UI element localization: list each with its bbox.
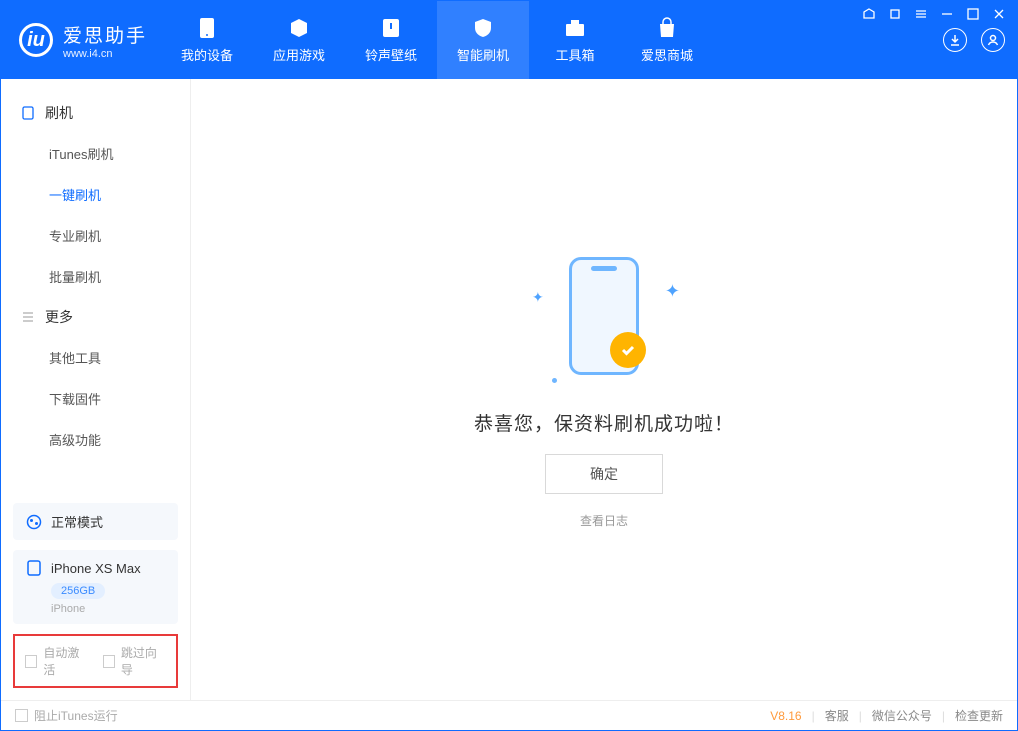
section-title: 更多 <box>45 307 73 327</box>
checkbox-block-itunes[interactable]: 阻止iTunes运行 <box>15 707 118 724</box>
nav-label: 爱思商城 <box>641 45 693 64</box>
skin-icon[interactable] <box>887 7 903 21</box>
nav-label: 铃声壁纸 <box>365 45 417 64</box>
list-icon <box>21 310 35 324</box>
close-button[interactable] <box>991 7 1007 21</box>
app-body: 刷机 iTunes刷机 一键刷机 专业刷机 批量刷机 更多 其他工具 下载固件 … <box>1 79 1017 700</box>
nav-apps[interactable]: 应用游戏 <box>253 1 345 79</box>
checkbox-icon <box>25 655 37 668</box>
checkbox-icon <box>15 709 28 722</box>
app-name: 爱思助手 <box>63 21 147 48</box>
sidebar: 刷机 iTunes刷机 一键刷机 专业刷机 批量刷机 更多 其他工具 下载固件 … <box>1 79 191 700</box>
nav-store[interactable]: 爱思商城 <box>621 1 713 79</box>
briefcase-icon <box>563 17 587 39</box>
device-storage-badge: 256GB <box>51 583 105 599</box>
app-header: iu 爱思助手 www.i4.cn 我的设备 应用游戏 铃声壁纸 智能刷机 工具… <box>1 1 1017 79</box>
nav-label: 应用游戏 <box>273 45 325 64</box>
device-name: iPhone XS Max <box>51 561 141 576</box>
header-right <box>943 28 1005 52</box>
version-label: V8.16 <box>770 709 801 723</box>
checkbox-icon <box>103 655 115 668</box>
device-outline-icon <box>21 106 35 120</box>
device-type: iPhone <box>51 603 166 615</box>
nav-my-device[interactable]: 我的设备 <box>161 1 253 79</box>
mode-label: 正常模式 <box>51 512 103 531</box>
main-content: ✦ ✦ 恭喜您，保资料刷机成功啦！ 确定 查看日志 <box>191 79 1017 700</box>
cube-icon <box>287 17 311 39</box>
ok-button[interactable]: 确定 <box>545 454 663 494</box>
top-nav: 我的设备 应用游戏 铃声壁纸 智能刷机 工具箱 爱思商城 <box>161 1 713 79</box>
checkbox-label: 阻止iTunes运行 <box>34 707 118 724</box>
feedback-icon[interactable] <box>861 7 877 21</box>
sidebar-item-download-firmware[interactable]: 下载固件 <box>1 378 190 419</box>
sparkle-icon: ✦ <box>532 289 544 306</box>
success-illustration: ✦ ✦ <box>524 251 684 391</box>
device-icon <box>25 559 43 577</box>
checkbox-auto-activate[interactable]: 自动激活 <box>25 644 89 678</box>
music-icon <box>379 17 403 39</box>
sparkle-icon: ✦ <box>665 281 680 302</box>
sidebar-section-flash[interactable]: 刷机 <box>1 93 190 133</box>
app-url: www.i4.cn <box>63 48 147 60</box>
minimize-button[interactable] <box>939 7 955 21</box>
nav-label: 智能刷机 <box>457 45 509 64</box>
menu-icon[interactable] <box>913 7 929 21</box>
device-card[interactable]: iPhone XS Max 256GB iPhone <box>13 550 178 624</box>
view-log-link[interactable]: 查看日志 <box>580 512 628 529</box>
sidebar-section-more[interactable]: 更多 <box>1 297 190 337</box>
sparkle-dot-icon <box>552 378 557 383</box>
sidebar-item-batch-flash[interactable]: 批量刷机 <box>1 256 190 297</box>
nav-ringtones[interactable]: 铃声壁纸 <box>345 1 437 79</box>
nav-label: 我的设备 <box>181 45 233 64</box>
option-highlight-box: 自动激活 跳过向导 <box>13 634 178 688</box>
status-bar: 阻止iTunes运行 V8.16 | 客服 | 微信公众号 | 检查更新 <box>1 700 1017 730</box>
user-button[interactable] <box>981 28 1005 52</box>
nav-label: 工具箱 <box>556 45 595 64</box>
sidebar-item-pro-flash[interactable]: 专业刷机 <box>1 215 190 256</box>
phone-icon <box>195 17 219 39</box>
download-button[interactable] <box>943 28 967 52</box>
mode-icon <box>25 513 43 531</box>
footer-link-update[interactable]: 检查更新 <box>955 707 1003 724</box>
footer-link-support[interactable]: 客服 <box>825 707 849 724</box>
footer-link-wechat[interactable]: 微信公众号 <box>872 707 932 724</box>
checkmark-badge-icon <box>610 332 646 368</box>
sidebar-item-advanced[interactable]: 高级功能 <box>1 419 190 460</box>
sidebar-item-itunes-flash[interactable]: iTunes刷机 <box>1 133 190 174</box>
nav-flash[interactable]: 智能刷机 <box>437 1 529 79</box>
app-logo: iu 爱思助手 www.i4.cn <box>1 21 161 60</box>
checkbox-label: 自动激活 <box>43 644 88 678</box>
section-title: 刷机 <box>45 103 73 123</box>
phone-illustration-icon <box>569 257 639 375</box>
checkbox-label: 跳过向导 <box>121 644 166 678</box>
refresh-shield-icon <box>471 17 495 39</box>
success-message: 恭喜您，保资料刷机成功啦！ <box>474 409 734 436</box>
nav-toolbox[interactable]: 工具箱 <box>529 1 621 79</box>
logo-icon: iu <box>19 23 53 57</box>
window-controls <box>861 7 1007 21</box>
maximize-button[interactable] <box>965 7 981 21</box>
sidebar-item-oneclick-flash[interactable]: 一键刷机 <box>1 174 190 215</box>
sidebar-item-other-tools[interactable]: 其他工具 <box>1 337 190 378</box>
bag-icon <box>655 17 679 39</box>
mode-card[interactable]: 正常模式 <box>13 503 178 540</box>
checkbox-skip-guide[interactable]: 跳过向导 <box>103 644 167 678</box>
